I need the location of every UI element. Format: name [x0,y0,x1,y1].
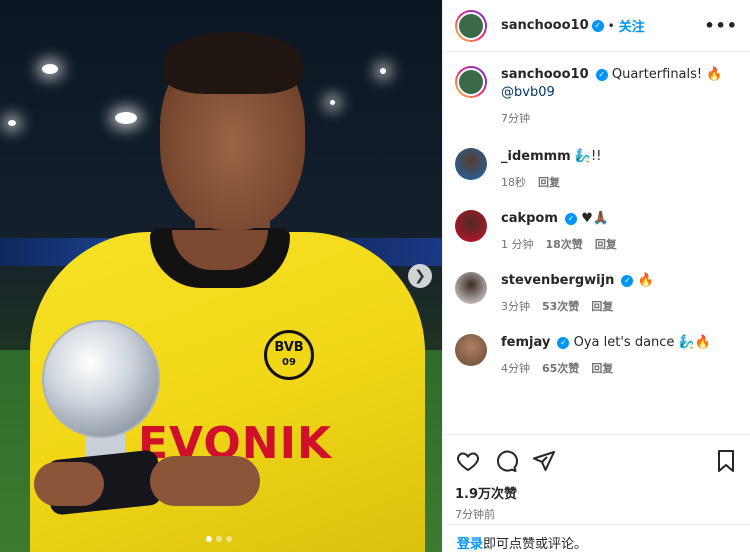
stadium-light [8,120,16,126]
comment-time: 1 分钟 [501,238,534,251]
badge-sub: 09 [282,357,296,368]
next-photo-button[interactable]: ❯ [408,264,432,288]
commenter-avatar[interactable] [455,334,487,366]
verified-icon: ✓ [565,213,578,225]
comment-time: 3分钟 [501,300,530,313]
comment-time: 18秒 [501,176,526,189]
reply-button[interactable]: 回复 [538,174,560,190]
comment-likes[interactable]: 18次赞 [546,236,583,252]
carousel-dot [226,536,232,542]
left-hand [34,462,104,506]
post-photo: BVB 09 EVONIK ❯ [0,0,442,552]
verified-icon: ✓ [595,69,608,81]
post-side-panel: sanchooo10 ✓ • 关注 ••• sanchooo10 ✓ Quart… [442,0,750,552]
verified-icon: ✓ [621,275,634,287]
comment-username[interactable]: stevenbergwijn [501,273,614,288]
author-username[interactable]: sanchooo10 [501,18,589,33]
reply-button[interactable]: 回复 [591,360,613,376]
right-hand [150,456,260,506]
comment-time: 4分钟 [501,362,530,375]
stadium-light [115,112,137,124]
player-hair [163,32,303,94]
comment-text: ♥🙏🏾 [581,211,610,226]
follow-button[interactable]: 关注 [619,16,645,35]
carousel-dots [206,536,232,542]
club-badge: BVB 09 [264,330,314,380]
comment-likes[interactable]: 65次赞 [542,360,579,376]
commenter-avatar[interactable] [455,210,487,242]
login-prompt: 登录即可点赞或评论。 [443,524,750,552]
bookmark-icon[interactable] [713,448,739,474]
comment-item: femjay ✓ Oya let's dance 🧞‍♂️🔥 4分钟 65次赞 … [455,334,738,376]
stadium-light [330,100,335,105]
more-options-icon[interactable]: ••• [704,16,738,35]
author-avatar[interactable] [455,66,487,98]
comment-item: stevenbergwijn ✓ 🔥 3分钟 53次赞 回复 [455,272,738,314]
author-avatar[interactable] [455,9,487,42]
commenter-avatar[interactable] [455,148,487,180]
share-icon[interactable] [531,448,557,474]
stadium-light [380,68,386,74]
comments-list: sanchooo10 ✓ Quarterfinals! 🔥 @bvb09 7分钟… [443,52,750,434]
reply-button[interactable]: 回复 [591,298,613,314]
comment-text: Oya let's dance 🧞‍♂️🔥 [573,335,711,350]
login-prompt-text: 即可点赞或评论。 [483,537,588,552]
comment-likes[interactable]: 53次赞 [542,298,579,314]
stadium-light [42,64,58,74]
caption-mention[interactable]: @bvb09 [501,85,555,100]
verified-icon: ✓ [591,19,604,32]
verified-icon: ✓ [557,337,570,349]
caption-text: Quarterfinals! 🔥 [611,67,723,82]
commenter-avatar[interactable] [455,272,487,304]
caption-username[interactable]: sanchooo10 [501,67,589,82]
badge-text: BVB [274,340,304,355]
comment-username[interactable]: _idemmm [501,149,571,164]
trophy-ball [42,320,160,438]
comment-item: cakpom ✓ ♥🙏🏾 1 分钟 18次赞 回复 [455,210,738,252]
comment-text: 🧞‍♂️!! [574,149,602,164]
carousel-dot [216,536,222,542]
separator-dot: • [607,18,615,33]
post-header: sanchooo10 ✓ • 关注 ••• [443,0,750,52]
caption: sanchooo10 ✓ Quarterfinals! 🔥 @bvb09 7分钟 [455,66,738,126]
post-time[interactable]: 7分钟前 [455,506,739,522]
comment-username[interactable]: femjay [501,335,550,350]
post-actions: 1.9万次赞 7分钟前 [443,434,750,530]
reply-button[interactable]: 回复 [595,236,617,252]
caption-time: 7分钟 [501,112,530,125]
likes-count[interactable]: 1.9万次赞 [455,483,739,502]
login-link[interactable]: 登录 [457,537,483,552]
comment-icon[interactable] [493,448,519,474]
heart-icon[interactable] [455,448,481,474]
comment-username[interactable]: cakpom [501,211,558,226]
comment-item: _idemmm 🧞‍♂️!! 18秒 回复 [455,148,738,190]
comment-text: 🔥 [637,273,654,288]
carousel-dot-active [206,536,212,542]
